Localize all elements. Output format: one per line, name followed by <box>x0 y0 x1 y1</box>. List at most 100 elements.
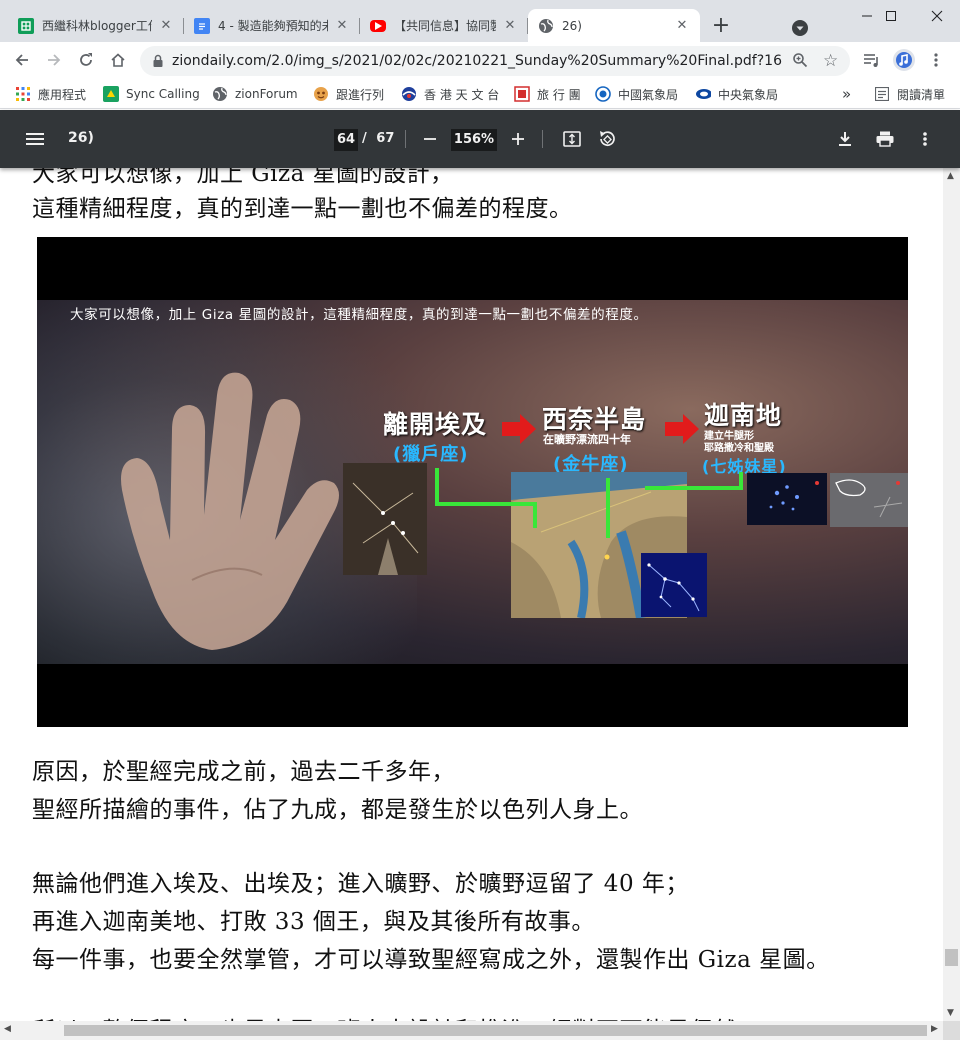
bookmark-sync-calling[interactable]: Sync Calling <box>103 84 200 104</box>
scrollbar-corner <box>943 1021 960 1040</box>
media-queue-icon[interactable] <box>858 46 886 74</box>
hamburger-menu-icon[interactable] <box>25 129 45 149</box>
figure-caption: 大家可以想像，加上 Giza 星圖的設計，這種精細程度，真的到達一點一劃也不偏差… <box>70 307 648 323</box>
scroll-right-icon[interactable]: ▶ <box>931 1024 938 1034</box>
more-options-icon[interactable] <box>915 129 935 149</box>
connector-line <box>645 486 741 490</box>
reading-list-icon <box>874 86 890 102</box>
hand-image <box>121 372 339 650</box>
bookmark-label: 香 港 天 文 台 <box>424 87 500 102</box>
zoom-icon[interactable] <box>792 52 808 71</box>
connector-line <box>435 502 535 506</box>
zoom-out-icon[interactable] <box>420 129 440 149</box>
forward-icon[interactable] <box>40 46 68 74</box>
tab-youtube[interactable]: 【共同信息】協同製作 ✕ <box>360 9 528 42</box>
stage1-title: 離開埃及 <box>383 410 488 439</box>
home-icon[interactable] <box>104 46 132 74</box>
tab-title: 【共同信息】協同製作 <box>394 19 496 33</box>
bookmark-label: 中央氣象局 <box>718 87 779 102</box>
bookmark-label: 跟進行列 <box>336 87 385 102</box>
pdf-toolbar: 26) 64 / 67 156% <box>0 110 960 168</box>
url-text[interactable]: ziondaily.com/2.0/img_s/2021/02/02c/2021… <box>172 53 782 69</box>
youtube-icon <box>370 19 386 32</box>
vertical-scrollbar[interactable]: ▲ ▼ <box>943 168 960 1021</box>
close-icon[interactable]: ✕ <box>502 18 518 34</box>
bookmark-apps[interactable]: 應用程式 <box>15 84 86 104</box>
bookmark-observatory[interactable]: 香 港 天 文 台 <box>401 84 499 104</box>
tab-pdf[interactable]: 26) ✕ <box>528 9 700 42</box>
bookmark-label: zionForum <box>235 87 298 101</box>
cwb-icon <box>695 86 711 102</box>
scroll-left-icon[interactable]: ◀ <box>4 1024 11 1034</box>
horizontal-scrollbar[interactable]: ◀ ▶ <box>0 1021 943 1040</box>
sheets-icon <box>18 17 34 34</box>
lock-icon[interactable] <box>152 54 164 71</box>
globe-icon <box>538 18 554 34</box>
page-number-input[interactable]: 64 <box>334 129 358 151</box>
text-line: 所以，整個程序，也是由同一班人去設計和推進，絕對不可能是偶然。 <box>32 1011 761 1021</box>
back-icon[interactable] <box>8 46 36 74</box>
fit-to-page-icon[interactable] <box>562 129 582 149</box>
bookmark-label: 中國氣象局 <box>618 87 679 102</box>
close-icon[interactable]: ✕ <box>334 18 350 34</box>
vertical-scroll-thumb[interactable] <box>945 949 958 966</box>
connector-line <box>435 468 439 506</box>
window-close-icon[interactable] <box>914 2 960 30</box>
tab-title: 西繼科林blogger工作 <box>42 19 152 33</box>
close-icon[interactable]: ✕ <box>158 18 174 34</box>
pdf-page[interactable]: 大家可以想像，加上 Giza 星圖的設計， 這種精細程度，真的到達一點一劃也不偏… <box>0 168 943 1021</box>
tab-search-icon[interactable] <box>789 17 811 39</box>
connector-line <box>606 478 610 538</box>
text-line: 原因，於聖經完成之前，過去二千多年， <box>32 759 455 785</box>
rotate-icon[interactable] <box>597 129 617 149</box>
zoom-level-input[interactable]: 156% <box>451 129 497 151</box>
zoom-in-icon[interactable] <box>508 129 528 149</box>
bookmarks-overflow-button[interactable]: » <box>842 84 851 104</box>
sync-calling-icon <box>103 86 119 102</box>
text-line: 這種精細程度，真的到達一點一劃也不偏差的程度。 <box>32 196 573 222</box>
globe-icon <box>212 86 228 102</box>
connector-line <box>533 502 537 528</box>
red-arrow-icon <box>502 414 536 444</box>
bookmark-zionforum[interactable]: zionForum <box>212 84 298 104</box>
red-arrow-icon <box>665 414 699 444</box>
tab-title: 4 - 製造能夠預知的未 <box>218 19 328 33</box>
docs-icon <box>194 17 210 34</box>
reading-list-label: 閱讀清單 <box>897 87 946 102</box>
bookmark-label: Sync Calling <box>126 87 200 101</box>
chrome-menu-icon[interactable] <box>922 46 950 74</box>
bookmark-cwb[interactable]: 中央氣象局 <box>695 84 778 104</box>
figure-scene: 大家可以想像，加上 Giza 星圖的設計，這種精細程度，真的到達一點一劃也不偏差… <box>37 300 908 664</box>
text-line: 大家可以想像，加上 Giza 星圖的設計， <box>32 168 454 187</box>
pdf-title: 26) <box>68 130 94 146</box>
reload-icon[interactable] <box>72 46 100 74</box>
pleiades-star-map <box>747 473 827 525</box>
profile-avatar[interactable] <box>890 46 918 74</box>
cma-icon <box>595 86 611 102</box>
text-line: 每一件事，也要全然掌管，才可以導致聖經寫成之外，還製作出 Giza 星圖。 <box>32 947 830 973</box>
bookmark-travel[interactable]: 旅 行 團 <box>514 84 581 104</box>
giza-pyramids-map <box>343 463 427 575</box>
maximize-icon[interactable] <box>868 2 914 30</box>
tab-sheets[interactable]: 西繼科林blogger工作 ✕ <box>8 9 184 42</box>
follow-icon <box>313 86 329 102</box>
scroll-up-icon[interactable]: ▲ <box>947 171 954 181</box>
print-icon[interactable] <box>875 129 895 149</box>
reading-list-button[interactable]: 閱讀清單 <box>874 84 945 104</box>
download-icon[interactable] <box>835 129 855 149</box>
scroll-down-icon[interactable]: ▼ <box>947 1008 954 1018</box>
address-bar[interactable]: ziondaily.com/2.0/img_s/2021/02/02c/2021… <box>140 46 850 76</box>
toolbar-divider <box>405 130 406 148</box>
new-tab-button[interactable]: + <box>708 14 734 40</box>
bookmark-cma[interactable]: 中國氣象局 <box>595 84 678 104</box>
tab-title: 26) <box>562 18 582 33</box>
close-icon[interactable]: ✕ <box>674 18 690 34</box>
bookmark-star-icon[interactable]: ☆ <box>823 51 838 71</box>
bookmark-follow[interactable]: 跟進行列 <box>313 84 384 104</box>
tab-docs[interactable]: 4 - 製造能夠預知的未 ✕ <box>184 9 360 42</box>
text-line: 無論他們進入埃及、出埃及；進入曠野、於曠野逗留了 40 年； <box>32 871 689 897</box>
horizontal-scroll-thumb[interactable] <box>64 1025 927 1036</box>
taurus-star-map <box>641 553 707 617</box>
page-separator: / <box>362 131 367 146</box>
connector-line <box>739 472 743 490</box>
